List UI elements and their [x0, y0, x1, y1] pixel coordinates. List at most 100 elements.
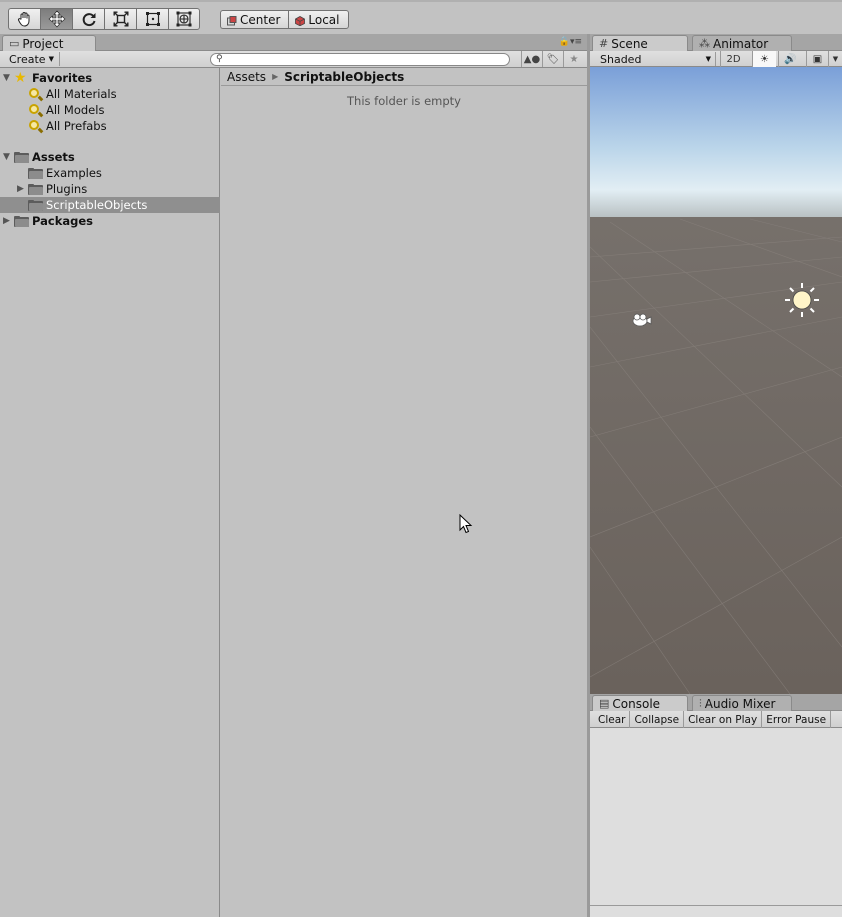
tab-scene-label: Scene [611, 36, 648, 51]
tab-scene[interactable]: # Scene [592, 35, 688, 51]
create-label: Create [9, 52, 46, 66]
shapes-icon: ▲● [523, 53, 541, 65]
breadcrumb-separator-icon: ▶ [272, 72, 279, 81]
image-icon: ▣ [812, 53, 823, 65]
search-by-label-button[interactable]: 🏷 [542, 51, 563, 67]
pivot-toggles: Center Local [220, 10, 349, 29]
project-window: ▭ Project 🔒▾≡ Create ▼ ⚲ ▲● 🏷 ★ ▼ ★ Favor… [0, 34, 588, 917]
effects-dropdown-button[interactable]: ▼ [828, 51, 842, 67]
pivot-center-label: Center [240, 12, 281, 27]
tree-item-scriptableobjects[interactable]: ScriptableObjects [0, 197, 220, 213]
tab-animator[interactable]: ⁂ Animator [692, 35, 792, 51]
scale-icon [113, 11, 128, 27]
lighting-toggle-button[interactable]: ☀ [752, 51, 776, 67]
tab-console[interactable]: ▤ Console [592, 695, 688, 711]
2d-label: 2D [726, 53, 741, 65]
panel-menu[interactable]: 🔒▾≡ [559, 37, 582, 47]
favorites-label: Favorites [32, 71, 93, 85]
tree-item-examples[interactable]: Examples [0, 165, 220, 181]
tree-item-label: Examples [46, 166, 102, 180]
console-toolbar: Clear Collapse Clear on Play Error Pause [590, 711, 842, 728]
project-toolbar: Create ▼ ⚲ ▲● 🏷 ★ [0, 51, 588, 68]
tab-project-label: Project [22, 36, 64, 51]
scene-toolbar: Shaded ▼ 2D ☀ 🔊 ▣ ▼ [590, 51, 842, 67]
assets-label: Assets [32, 150, 75, 164]
create-button[interactable]: Create ▼ [4, 52, 60, 66]
move-arrows-icon [48, 10, 65, 28]
clear-on-play-button[interactable]: Clear on Play [684, 711, 763, 728]
main-toolbar: Center Local [0, 0, 842, 34]
folder-icon [28, 199, 43, 211]
rect-tool-button[interactable] [136, 8, 168, 30]
mouse-cursor-icon [459, 514, 473, 534]
context-menu-icon[interactable]: ▾≡ [570, 37, 582, 47]
search-by-type-button[interactable]: ▲● [521, 51, 542, 67]
scene-render [590, 67, 842, 694]
clear-label: Clear [598, 713, 626, 726]
console-log-list[interactable] [590, 728, 842, 917]
2d-toggle-button[interactable]: 2D [720, 51, 746, 67]
filter-buttons: ▲● 🏷 ★ [521, 51, 584, 67]
tree-item-packages[interactable]: ▶ Packages [0, 213, 220, 229]
tree-item-label: ScriptableObjects [46, 198, 148, 212]
transform-tool-button[interactable] [168, 8, 200, 30]
tree-item-assets[interactable]: ▼ Assets [0, 149, 220, 165]
error-pause-button[interactable]: Error Pause [762, 711, 832, 728]
folder-tab-icon: ▭ [9, 37, 20, 50]
folder-icon [14, 151, 29, 163]
tree-item-label: Plugins [46, 182, 88, 196]
folder-content: Assets ▶ ScriptableObjects This folder i… [221, 68, 587, 917]
audio-toggle-button[interactable]: 🔊 [778, 51, 802, 67]
tree-item-label: All Models [46, 103, 105, 117]
rotate-icon [82, 13, 95, 27]
tree-item-label: All Materials [46, 87, 117, 101]
effects-toggle-button[interactable]: ▣ [806, 51, 828, 67]
breadcrumb: Assets ▶ ScriptableObjects [221, 68, 587, 86]
tree-item-favorites[interactable]: ▼ ★ Favorites [0, 70, 220, 86]
pivot-local-label: Local [308, 12, 340, 27]
saved-search-icon [28, 87, 44, 102]
tab-project[interactable]: ▭ Project [2, 35, 96, 51]
hand-icon [17, 12, 29, 27]
hand-tool-button[interactable] [8, 8, 40, 30]
tab-audio-mixer[interactable]: ⫶ Audio Mixer [692, 695, 792, 711]
tag-icon: 🏷 [546, 53, 560, 65]
expand-arrow-icon[interactable]: ▼ [3, 152, 10, 162]
collapse-button[interactable]: Collapse [630, 711, 685, 728]
rect-transform-icon [145, 12, 160, 26]
folder-icon [28, 167, 43, 179]
star-icon: ★ [569, 53, 579, 65]
shading-mode-label: Shaded [600, 52, 642, 66]
move-tool-button[interactable] [40, 8, 72, 30]
console-detail-area[interactable] [590, 905, 842, 917]
pivot-center-button[interactable]: Center [220, 10, 289, 29]
speaker-icon: 🔊 [784, 53, 797, 65]
animator-icon: ⁂ [699, 37, 710, 50]
folder-icon [14, 215, 29, 227]
rotate-tool-button[interactable] [72, 8, 104, 30]
favorite-search-button[interactable]: ★ [563, 51, 584, 67]
collapse-arrow-icon[interactable]: ▶ [17, 184, 24, 194]
tree-item-all-models[interactable]: All Models [0, 102, 220, 118]
shading-mode-dropdown[interactable]: Shaded ▼ [594, 52, 716, 66]
collapse-label: Collapse [634, 713, 680, 726]
scale-tool-button[interactable] [104, 8, 136, 30]
tree-item-all-prefabs[interactable]: All Prefabs [0, 118, 220, 134]
packages-label: Packages [32, 214, 93, 228]
clear-on-play-label: Clear on Play [688, 713, 758, 726]
breadcrumb-item-current[interactable]: ScriptableObjects [284, 70, 404, 84]
expand-arrow-icon[interactable]: ▼ [3, 73, 10, 83]
clear-button[interactable]: Clear [594, 711, 631, 728]
pivot-local-button[interactable]: Local [288, 10, 349, 29]
mixer-icon: ⫶ [699, 696, 702, 710]
tree-item-plugins[interactable]: ▶ Plugins [0, 181, 220, 197]
project-tabbar: ▭ Project 🔒▾≡ [0, 34, 588, 51]
search-input[interactable]: ⚲ [210, 53, 510, 66]
lock-icon[interactable]: 🔒 [559, 37, 570, 47]
collapse-arrow-icon[interactable]: ▶ [3, 216, 10, 226]
grid-icon: # [599, 37, 609, 50]
scene-viewport[interactable] [590, 67, 842, 694]
tree-item-all-materials[interactable]: All Materials [0, 86, 220, 102]
tab-audio-mixer-label: Audio Mixer [704, 696, 776, 711]
breadcrumb-item-assets[interactable]: Assets [227, 70, 266, 84]
